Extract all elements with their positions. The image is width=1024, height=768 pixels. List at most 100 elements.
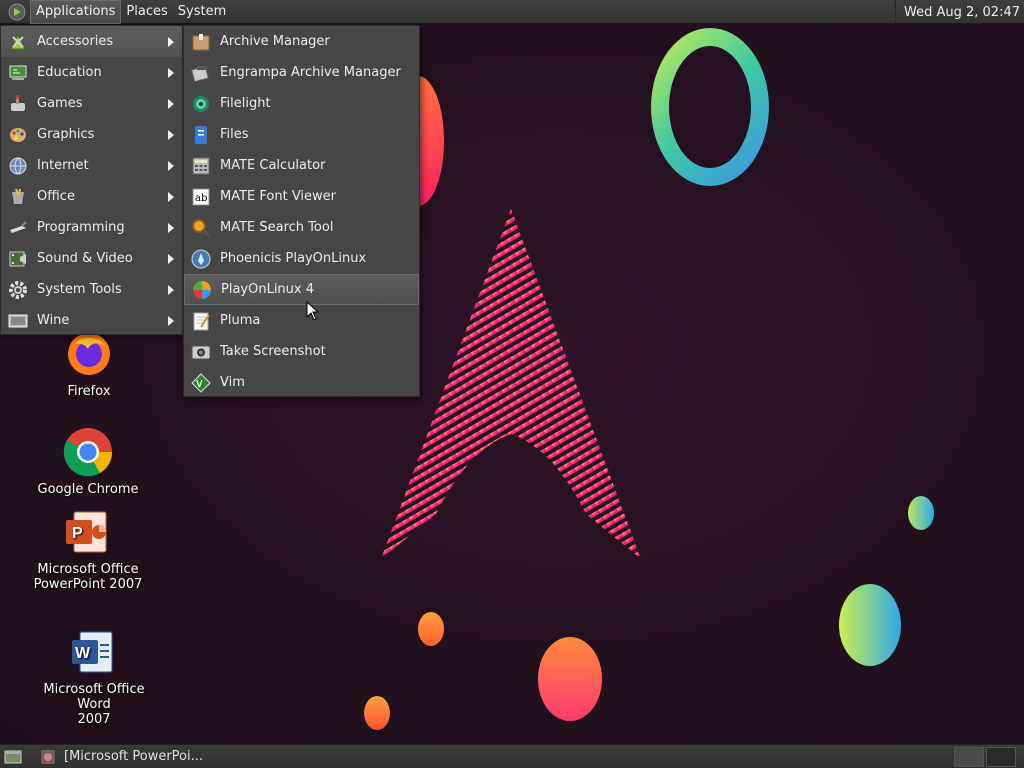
wallpaper-orb-large-orange: [538, 637, 602, 721]
sound-video-icon: [7, 248, 29, 270]
wallpaper-orb-small-orange: [364, 696, 390, 730]
submenu-arrow-icon: [168, 316, 174, 326]
office-icon: [7, 186, 29, 208]
workspace-switcher[interactable]: [954, 747, 1016, 767]
desktop-icon-google-chrome[interactable]: Google Chrome: [23, 426, 153, 497]
menu-item-system-tools[interactable]: System Tools: [1, 274, 182, 305]
submenu-item-playonlinux[interactable]: PlayOnLinux 4: [184, 274, 419, 305]
desktop-icon-label: Google Chrome: [37, 482, 139, 497]
desktop-icon-word[interactable]: W Microsoft Office Word 2007: [29, 626, 159, 727]
submenu-item-take-screenshot[interactable]: Take Screenshot: [184, 336, 419, 367]
phoenicis-icon: [190, 248, 212, 270]
submenu-item-engrampa[interactable]: Engrampa Archive Manager: [184, 57, 419, 88]
submenu-item-label: Archive Manager: [220, 34, 330, 49]
powerpoint-icon: P: [62, 506, 114, 558]
menu-item-accessories[interactable]: Accessories: [1, 26, 182, 57]
submenu-arrow-icon: [168, 99, 174, 109]
menu-item-label: Education: [37, 65, 102, 80]
submenu-item-mate-search-tool[interactable]: MATE Search Tool: [184, 212, 419, 243]
submenu-arrow-icon: [168, 130, 174, 140]
wallpaper-orb-small-cyan: [908, 496, 934, 530]
submenu-arrow-icon: [168, 161, 174, 171]
education-icon: [7, 62, 29, 84]
games-icon: [7, 93, 29, 115]
submenu-item-label: Vim: [220, 375, 245, 390]
menu-item-internet[interactable]: Internet: [1, 150, 182, 181]
menu-item-sound-video[interactable]: Sound & Video: [1, 243, 182, 274]
submenu-item-phoenicis[interactable]: Phoenicis PlayOnLinux: [184, 243, 419, 274]
submenu-item-mate-calculator[interactable]: MATE Calculator: [184, 150, 419, 181]
desktop-icon-label-line2: 2007: [77, 712, 111, 727]
distro-logo-icon: [6, 1, 28, 23]
wine-icon: [7, 310, 29, 332]
playonlinux-icon: [191, 279, 213, 301]
svg-text:P: P: [72, 525, 83, 542]
show-desktop-icon: [4, 750, 22, 763]
accessories-submenu: Archive Manager Engrampa Archive Manager…: [183, 25, 420, 397]
calculator-icon: [190, 155, 212, 177]
system-menu[interactable]: System: [173, 0, 231, 24]
applications-dropdown: Accessories Education Games Graphics Int…: [0, 25, 183, 335]
submenu-arrow-icon: [168, 223, 174, 233]
submenu-item-filelight[interactable]: Filelight: [184, 88, 419, 119]
mouse-cursor-icon: [306, 301, 320, 321]
submenu-item-pluma[interactable]: Pluma: [184, 305, 419, 336]
show-desktop-button[interactable]: [2, 746, 24, 768]
powerpoint-task-icon: [41, 749, 55, 764]
menu-item-graphics[interactable]: Graphics: [1, 119, 182, 150]
taskbar-window-button[interactable]: [Microsoft PowerPoi...: [36, 746, 204, 768]
submenu-item-files[interactable]: Files: [184, 119, 419, 150]
menu-item-office[interactable]: Office: [1, 181, 182, 212]
menu-item-education[interactable]: Education: [1, 57, 182, 88]
wallpaper-orb-cyan: [839, 584, 901, 666]
pluma-icon: [190, 310, 212, 332]
top-panel: Applications Places System Wed Aug 2, 02…: [0, 0, 1024, 24]
desktop-icon-label-line1: Microsoft Office Word: [43, 682, 145, 712]
submenu-item-label: Pluma: [220, 313, 261, 328]
bottom-panel: [Microsoft PowerPoi...: [0, 744, 1024, 768]
applications-menu[interactable]: Applications: [30, 0, 122, 24]
search-icon: [190, 217, 212, 239]
programming-icon: [7, 217, 29, 239]
chrome-icon: [62, 426, 114, 478]
taskbar-window-title: [Microsoft PowerPoi...: [64, 749, 204, 764]
svg-text:V: V: [196, 379, 203, 390]
menu-item-label: Office: [37, 189, 75, 204]
submenu-item-label: Files: [220, 127, 249, 142]
workspace-2[interactable]: [986, 747, 1016, 767]
menu-item-label: Sound & Video: [37, 251, 133, 266]
menu-item-games[interactable]: Games: [1, 88, 182, 119]
menu-item-label: Programming: [37, 220, 125, 235]
submenu-item-label: PlayOnLinux 4: [221, 282, 315, 297]
archive-manager-icon: [190, 31, 212, 53]
svg-text:W: W: [75, 645, 91, 662]
submenu-item-archive-manager[interactable]: Archive Manager: [184, 26, 419, 57]
workspace-1[interactable]: [954, 747, 984, 767]
submenu-arrow-icon: [168, 192, 174, 202]
submenu-item-vim[interactable]: V Vim: [184, 367, 419, 398]
word-icon: W: [68, 626, 120, 678]
engrampa-icon: [190, 62, 212, 84]
submenu-item-label: MATE Font Viewer: [220, 189, 337, 204]
desktop-icon-firefox[interactable]: Firefox: [24, 328, 154, 399]
clock[interactable]: Wed Aug 2, 02:47: [895, 0, 1020, 24]
menu-item-label: Graphics: [37, 127, 95, 142]
menu-item-label: Wine: [37, 313, 70, 328]
places-menu[interactable]: Places: [121, 0, 172, 24]
wallpaper-ring: [651, 28, 769, 186]
submenu-item-label: Engrampa Archive Manager: [220, 65, 401, 80]
submenu-item-mate-font-viewer[interactable]: ab MATE Font Viewer: [184, 181, 419, 212]
graphics-icon: [7, 124, 29, 146]
menu-item-label: Games: [37, 96, 83, 111]
desktop-icon-powerpoint[interactable]: P Microsoft Office PowerPoint 2007: [23, 506, 153, 592]
menu-item-label: System Tools: [37, 282, 122, 297]
svg-text:ab: ab: [195, 193, 207, 204]
submenu-arrow-icon: [168, 37, 174, 47]
submenu-arrow-icon: [168, 285, 174, 295]
submenu-arrow-icon: [168, 68, 174, 78]
desktop-icon-label-line1: Microsoft Office: [37, 562, 139, 577]
menu-item-programming[interactable]: Programming: [1, 212, 182, 243]
desktop-icon-label: Firefox: [67, 384, 111, 399]
font-viewer-icon: ab: [190, 186, 212, 208]
menu-item-wine[interactable]: Wine: [1, 305, 182, 336]
